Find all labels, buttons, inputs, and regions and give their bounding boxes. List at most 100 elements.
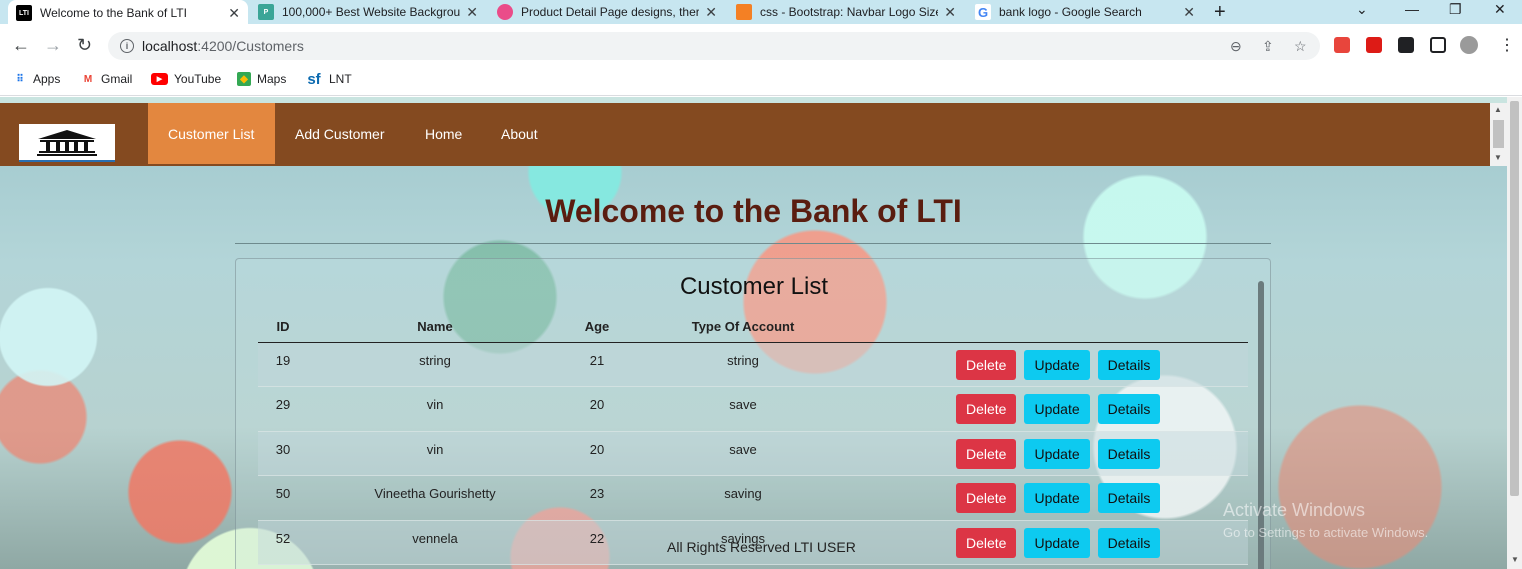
- cell-actions: Delete Update Details: [854, 386, 1248, 432]
- bookmark-label: Gmail: [101, 72, 133, 86]
- tab-3[interactable]: Product Detail Page designs, ther ✕: [489, 0, 725, 24]
- side-panel-icon[interactable]: [1430, 37, 1446, 53]
- scroll-thumb[interactable]: [1510, 101, 1519, 496]
- site-info-icon[interactable]: i: [120, 39, 134, 53]
- delete-button[interactable]: Delete: [956, 527, 1017, 558]
- cell-type: string: [632, 342, 854, 388]
- reload-icon[interactable]: ↻: [77, 35, 92, 56]
- cell-id: 52: [258, 520, 308, 566]
- table-row: 50 Vineetha Gourishetty 23 saving Delete…: [258, 475, 1248, 521]
- scroll-down-icon[interactable]: ▼: [1511, 555, 1519, 564]
- page-title: Welcome to the Bank of LTI: [545, 193, 962, 229]
- bookmark-lnt[interactable]: sf LNT: [305, 70, 352, 88]
- scroll-up-icon[interactable]: ▲: [1494, 105, 1502, 114]
- bookmark-label: LNT: [329, 72, 352, 86]
- card-title: Customer List: [679, 273, 829, 300]
- address-bar[interactable]: i localhost:4200/Customers: [108, 32, 1320, 60]
- sf-icon: sf: [307, 70, 321, 88]
- window-close-icon[interactable]: ✕: [1494, 1, 1506, 18]
- profile-avatar-icon[interactable]: [1460, 36, 1478, 54]
- close-icon[interactable]: ✕: [228, 5, 240, 22]
- tab-1[interactable]: LTI Welcome to the Bank of LTI ✕: [8, 0, 248, 26]
- scroll-down-icon[interactable]: ▼: [1494, 153, 1502, 162]
- close-icon[interactable]: ✕: [705, 4, 717, 21]
- delete-button[interactable]: Delete: [956, 438, 1017, 469]
- delete-button[interactable]: Delete: [956, 483, 1017, 514]
- navbar-scrollbar[interactable]: ▲ ▼: [1490, 103, 1507, 166]
- extension-c-icon[interactable]: [1334, 37, 1350, 53]
- header-age: Age: [562, 312, 632, 343]
- youtube-icon: ▶: [151, 73, 168, 85]
- update-button[interactable]: Update: [1024, 438, 1090, 469]
- menu-kebab-icon[interactable]: ⋮: [1499, 35, 1515, 54]
- bank-logo[interactable]: [19, 124, 115, 162]
- details-button[interactable]: Details: [1097, 394, 1161, 425]
- lti-favicon-icon: LTI: [16, 5, 32, 21]
- page-scrollbar[interactable]: ▼: [1507, 97, 1522, 569]
- tab-4[interactable]: css - Bootstrap: Navbar Logo Size ✕: [728, 0, 964, 24]
- update-button[interactable]: Update: [1024, 394, 1090, 425]
- angular-extension-icon[interactable]: [1366, 37, 1382, 53]
- nav-label: Home: [425, 125, 463, 142]
- extensions-puzzle-icon[interactable]: [1398, 37, 1414, 53]
- update-button[interactable]: Update: [1024, 483, 1090, 514]
- bookmark-label: YouTube: [174, 72, 222, 86]
- forward-icon[interactable]: →: [44, 35, 62, 56]
- url-path: :4200/Customers: [197, 38, 304, 54]
- bookmark-gmail[interactable]: M Gmail: [81, 72, 133, 86]
- bookmark-youtube[interactable]: ▶ YouTube: [151, 72, 221, 86]
- close-icon[interactable]: ✕: [1183, 4, 1195, 21]
- tab-title: Welcome to the Bank of LTI: [40, 6, 187, 20]
- cell-type: save: [632, 431, 854, 477]
- cell-type: save: [632, 386, 854, 432]
- header-id: ID: [258, 312, 308, 343]
- cell-actions: Delete Update Details: [854, 342, 1248, 388]
- cell-name: string: [308, 342, 562, 388]
- update-button[interactable]: Update: [1024, 349, 1090, 380]
- nav-customer-list[interactable]: Customer List: [148, 103, 275, 164]
- update-button[interactable]: Update: [1024, 527, 1090, 558]
- tab-5[interactable]: G bank logo - Google Search ✕: [967, 0, 1203, 24]
- table-row: 29 vin 20 save Delete Update Details: [258, 386, 1248, 432]
- bookmark-label: Apps: [33, 72, 61, 86]
- customer-table: ID Name Age Type Of Account 19 string 21…: [258, 312, 1248, 566]
- delete-button[interactable]: Delete: [956, 349, 1017, 380]
- cell-actions: Delete Update Details: [854, 431, 1248, 477]
- close-icon[interactable]: ✕: [944, 4, 956, 21]
- page-viewport: Customer List Add Customer Home About We…: [0, 97, 1507, 569]
- nav-home[interactable]: Home: [405, 103, 482, 164]
- tab-search-icon[interactable]: ⌄: [1356, 1, 1368, 18]
- cell-name: Vineetha Gourishetty: [308, 475, 562, 521]
- tab-2[interactable]: P 100,000+ Best Website Backgrour ✕: [250, 0, 486, 24]
- bookmark-apps[interactable]: ⠿ Apps: [13, 72, 60, 86]
- divider: [235, 243, 1271, 244]
- share-icon[interactable]: ⇪: [1262, 38, 1274, 55]
- bookmark-maps[interactable]: ◆ Maps: [237, 72, 286, 86]
- pexels-favicon-icon: P: [258, 4, 274, 20]
- maximize-icon[interactable]: ❐: [1449, 1, 1462, 18]
- details-button[interactable]: Details: [1097, 527, 1161, 558]
- nav-about[interactable]: About: [481, 103, 558, 164]
- zoom-icon[interactable]: ⊖: [1230, 38, 1242, 55]
- bookmarks-bar: ⠿ Apps M Gmail ▶ YouTube ◆ Maps sf LNT: [0, 66, 1522, 96]
- activate-windows-title: Activate Windows: [1223, 500, 1366, 520]
- minimize-icon[interactable]: —: [1405, 1, 1419, 17]
- details-button[interactable]: Details: [1097, 483, 1161, 514]
- delete-button[interactable]: Delete: [956, 394, 1017, 425]
- bookmark-star-icon[interactable]: ☆: [1294, 38, 1307, 55]
- details-button[interactable]: Details: [1097, 438, 1161, 469]
- google-favicon-icon: G: [975, 4, 991, 20]
- bookmark-label: Maps: [257, 72, 287, 86]
- tab-title: css - Bootstrap: Navbar Logo Size: [760, 5, 939, 19]
- tab-title: 100,000+ Best Website Backgrour: [282, 5, 461, 19]
- close-icon[interactable]: ✕: [466, 4, 478, 21]
- cell-type: saving: [632, 475, 854, 521]
- header-name: Name: [308, 312, 562, 343]
- nav-add-customer[interactable]: Add Customer: [275, 103, 404, 164]
- new-tab-icon[interactable]: +: [1214, 1, 1226, 24]
- details-button[interactable]: Details: [1097, 349, 1161, 380]
- scroll-thumb[interactable]: [1493, 120, 1504, 148]
- back-icon[interactable]: ←: [12, 35, 30, 56]
- tab-strip: LTI Welcome to the Bank of LTI ✕ P 100,0…: [0, 0, 1522, 26]
- cell-id: 30: [258, 431, 308, 477]
